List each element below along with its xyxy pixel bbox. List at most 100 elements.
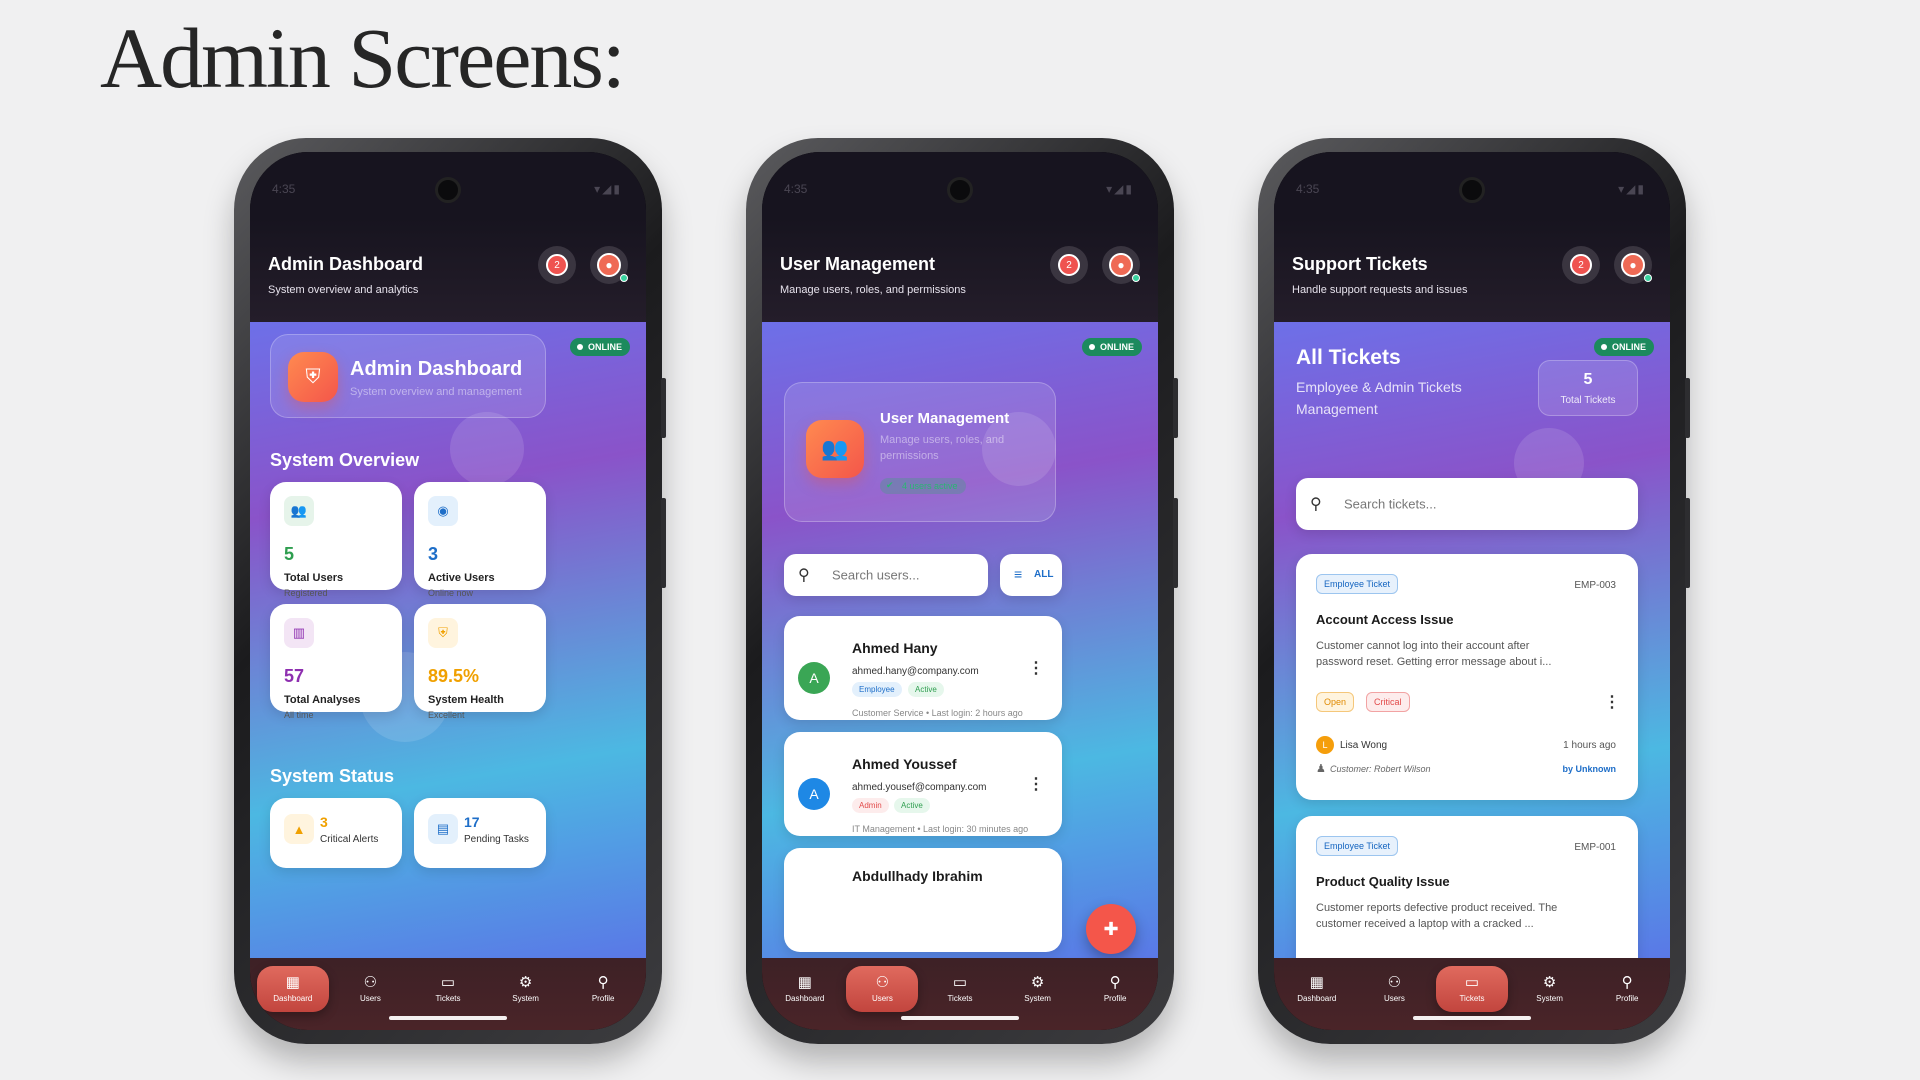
stat-label: System Health <box>428 694 504 706</box>
nav-tickets[interactable]: ▭ Tickets <box>924 966 996 1012</box>
stat-card-active-users[interactable]: ◉ 3 Active Users Online now <box>414 482 546 598</box>
online-pill: ONLINE <box>569 338 630 356</box>
nav-dashboard[interactable]: ▦ Dashboard <box>256 966 329 1012</box>
online-pill: ONLINE <box>1081 338 1142 356</box>
search-icon: ⚲ <box>798 567 810 584</box>
warning-icon: ▲ <box>284 814 314 844</box>
ticket-created-by: by Unknown <box>1562 764 1617 774</box>
nav-label: System <box>1024 994 1051 1003</box>
filter-button[interactable]: ≡ ALL <box>1000 554 1062 596</box>
nav-users[interactable]: ⚇ Users <box>846 966 919 1012</box>
profile-avatar-button[interactable]: ● <box>1614 246 1652 284</box>
stat-label: Active Users <box>428 572 495 584</box>
nav-label: Profile <box>1103 994 1127 1003</box>
ticket-title: Account Access Issue <box>1316 612 1454 627</box>
group-icon: 👥 <box>284 496 314 526</box>
hero-title: All Tickets <box>1296 346 1401 369</box>
user-card[interactable]: Abdullhady Ibrahim <box>784 848 1062 952</box>
nav-system[interactable]: ⚙ System <box>1514 966 1586 1012</box>
nav-system[interactable]: ⚙ System <box>490 966 562 1012</box>
status-card-critical-alerts[interactable]: ▲ 3 Critical Alerts <box>270 798 402 868</box>
user-name: Abdullhady Ibrahim <box>852 868 983 884</box>
notifications-button[interactable]: 2 <box>538 246 576 284</box>
status-card-pending-tasks[interactable]: ▤ 17 Pending Tasks <box>414 798 546 868</box>
home-indicator[interactable] <box>1413 1016 1531 1020</box>
filter-label: ALL <box>1034 569 1054 580</box>
tickets-content[interactable]: ONLINE All Tickets Employee & Admin Tick… <box>1274 322 1670 958</box>
ticket-status-chip: Open <box>1316 692 1355 712</box>
role-chip: Employee <box>852 682 902 697</box>
nav-tickets[interactable]: ▭ Tickets <box>412 966 484 1012</box>
stat-card-system-health[interactable]: ⛨ 89.5% System Health Excellent <box>414 604 546 720</box>
ticket-icon: ▭ <box>952 974 968 991</box>
status-label: Pending Tasks <box>464 834 529 845</box>
status-icons: ▾◢▮ <box>1106 182 1134 196</box>
stat-sub: Excellent <box>428 710 465 720</box>
add-user-fab[interactable]: ✚ <box>1086 904 1136 954</box>
status-chip: Active <box>894 798 930 813</box>
ticket-card[interactable]: Employee Ticket EMP-003 Account Access I… <box>1296 554 1638 800</box>
hero-title: User Management <box>880 410 1010 427</box>
user-card[interactable]: A Ahmed Youssef ahmed.yousef@company.com… <box>784 732 1062 836</box>
home-indicator[interactable] <box>901 1016 1019 1020</box>
notifications-button[interactable]: 2 <box>1562 246 1600 284</box>
users-content[interactable]: ONLINE 👥 User Management Manage users, r… <box>762 322 1158 958</box>
nav-tickets[interactable]: ▭ Tickets <box>1435 966 1508 1012</box>
users-icon: ⚇ <box>875 974 890 991</box>
more-vert-icon[interactable]: ⋮ <box>1604 692 1620 712</box>
nav-label: Dashboard <box>273 994 313 1003</box>
stat-value: 5 <box>284 544 295 564</box>
stat-sub: Online now <box>428 588 474 598</box>
online-status-dot <box>620 274 628 282</box>
status-value: 3 <box>320 814 328 830</box>
ticket-card[interactable]: Employee Ticket EMP-001 Product Quality … <box>1296 816 1638 958</box>
users-icon: ⚇ <box>363 974 378 991</box>
active-users-text: 4 users active <box>902 481 958 491</box>
search-users-field[interactable]: ⚲ Search users... <box>784 554 988 596</box>
status-chip: Active <box>908 682 944 697</box>
profile-avatar-button[interactable]: ● <box>1102 246 1140 284</box>
filter-icon: ≡ <box>1014 566 1023 582</box>
appbar-title: User Management <box>780 254 936 274</box>
appbar-title: Admin Dashboard <box>268 254 424 274</box>
screen-support-tickets: 4:35 ▾◢▮ Support Tickets Handle support … <box>1274 152 1670 1030</box>
nav-dashboard[interactable]: ▦ Dashboard <box>769 966 841 1012</box>
home-indicator[interactable] <box>389 1016 507 1020</box>
more-vert-icon[interactable]: ⋮ <box>1028 658 1044 678</box>
stat-sub: Registered <box>284 588 328 598</box>
ticket-type-chip: Employee Ticket <box>1316 574 1399 594</box>
user-card[interactable]: A Ahmed Hany ahmed.hany@company.com Empl… <box>784 616 1062 720</box>
status-icons: ▾◢▮ <box>1618 182 1646 196</box>
nav-label: System <box>1536 994 1563 1003</box>
ticket-id: EMP-003 <box>1574 580 1616 591</box>
ticket-icon: ▭ <box>1464 974 1480 991</box>
nav-label: Users <box>1383 994 1405 1003</box>
gear-icon: ⚙ <box>518 974 533 991</box>
nav-users[interactable]: ⚇ Users <box>334 966 406 1012</box>
status-bar: 4:35 ▾◢▮ <box>762 152 1158 218</box>
person-icon: ⚲ <box>1621 974 1633 991</box>
nav-profile[interactable]: ⚲ Profile <box>1591 966 1663 1012</box>
notifications-button[interactable]: 2 <box>1050 246 1088 284</box>
nav-profile[interactable]: ⚲ Profile <box>1079 966 1151 1012</box>
nav-dashboard[interactable]: ▦ Dashboard <box>1281 966 1353 1012</box>
ticket-time: 1 hours ago <box>1563 740 1616 751</box>
stat-card-total-analyses[interactable]: ▥ 57 Total Analyses All time <box>270 604 402 720</box>
ticket-icon: ▭ <box>440 974 456 991</box>
stat-card-total-users[interactable]: 👥 5 Total Users Registered <box>270 482 402 598</box>
ticket-customer: Customer: Robert Wilson <box>1330 764 1431 774</box>
profile-avatar-button[interactable]: ● <box>590 246 628 284</box>
ticket-type-chip: Employee Ticket <box>1316 836 1399 856</box>
shield-admin-icon: ⛨ <box>288 352 338 402</box>
nav-system[interactable]: ⚙ System <box>1002 966 1074 1012</box>
search-tickets-field[interactable]: ⚲ Search tickets... <box>1296 478 1638 530</box>
nav-users[interactable]: ⚇ Users <box>1358 966 1430 1012</box>
assignee-avatar: L <box>1316 736 1334 754</box>
person-add-icon: ✚ <box>1103 918 1119 939</box>
more-vert-icon[interactable]: ⋮ <box>1028 774 1044 794</box>
stat-sub: All time <box>284 710 314 720</box>
gear-icon: ⚙ <box>1542 974 1557 991</box>
nav-profile[interactable]: ⚲ Profile <box>567 966 639 1012</box>
dashboard-content[interactable]: ONLINE ⛨ Admin Dashboard System overview… <box>250 322 646 958</box>
appbar-subtitle: System overview and analytics <box>268 284 419 296</box>
